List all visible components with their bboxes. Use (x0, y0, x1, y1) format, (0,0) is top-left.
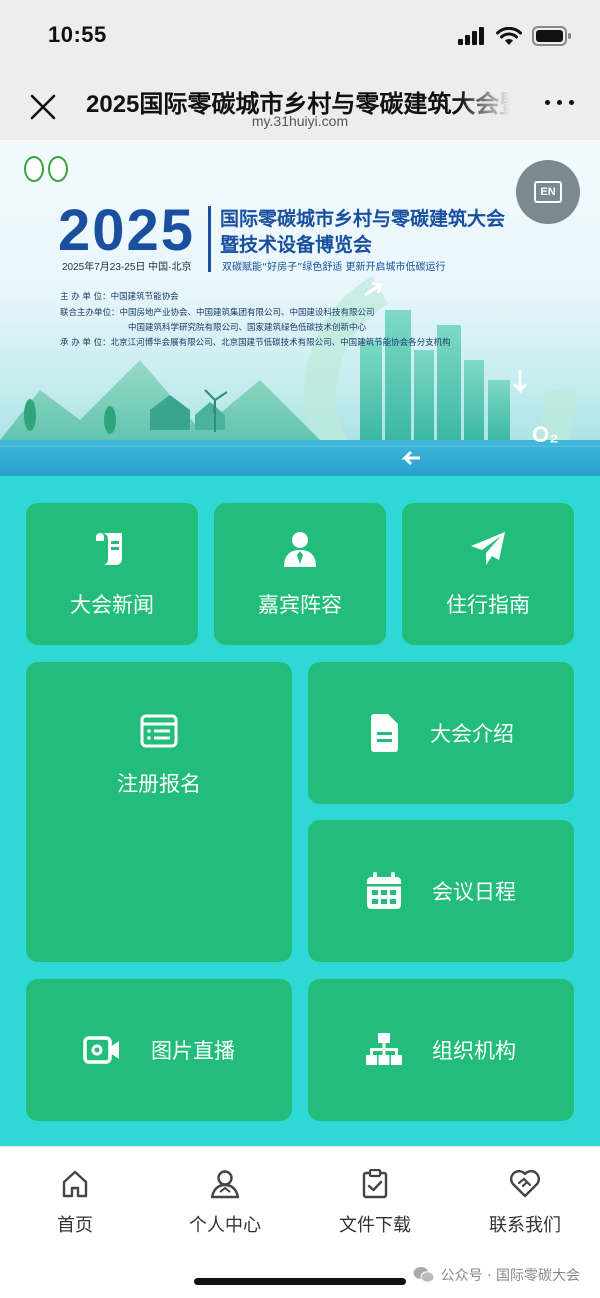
heart-handshake-icon (510, 1170, 540, 1198)
tab-personal-center[interactable]: 个人中心 (150, 1169, 300, 1237)
nav-bar: 2025国际零碳城市乡村与零碳建筑大会暨技术设备博览会 my.31huiyi.c… (0, 78, 600, 140)
banner-date-location: 2025年7月23-25日 中国·北京 (62, 262, 192, 273)
calendar-icon (367, 872, 401, 909)
banner-org-cohost-2: 中国建筑科学研究院有限公司、国家建筑绿色低碳技术创新中心 (128, 323, 367, 333)
tab-label: 个人中心 (189, 1215, 261, 1236)
banner-slogan: 双碳赋能“好房子”绿色舒适 更新开启城市低碳运行 (222, 262, 446, 273)
tile-label: 大会新闻 (70, 593, 154, 617)
tile-label: 组织机构 (432, 1039, 516, 1063)
battery-icon (532, 26, 571, 46)
registration-form-icon (140, 714, 178, 748)
more-menu-button[interactable] (545, 100, 574, 105)
more-dot-icon (557, 100, 562, 105)
language-en-label: EN (534, 181, 562, 203)
tile-label: 嘉宾阵容 (258, 593, 342, 617)
wechat-icon (413, 1267, 435, 1283)
tile-label: 住行指南 (446, 593, 530, 617)
tile-label: 图片直播 (151, 1039, 235, 1063)
more-dot-icon (545, 100, 550, 105)
banner-title-line2: 暨技术设备博览会 (220, 234, 373, 256)
document-icon (371, 714, 398, 752)
menu-grid: 大会新闻 嘉宾阵容 住行指南 注册报名 大会介绍 会议日程 图片直播 组织机构 (0, 476, 600, 1146)
tile-organization[interactable]: 组织机构 (308, 979, 574, 1121)
home-icon (62, 1170, 88, 1198)
tile-conference-intro[interactable]: 大会介绍 (308, 662, 574, 804)
banner-year: 2025 (58, 198, 196, 263)
watermark-text: 公众号 · 国际零碳大会 (440, 1268, 580, 1284)
tab-label: 首页 (57, 1215, 93, 1236)
tab-label: 联系我们 (489, 1215, 561, 1236)
news-scroll-icon (96, 533, 122, 565)
language-toggle-button[interactable]: EN (516, 160, 580, 224)
tile-agenda[interactable]: 会议日程 (308, 820, 574, 962)
banner-org-organizer: 承 办 单 位：北京江河博华会展有限公司、北京国建节低碳技术有限公司、中国建筑节… (60, 338, 451, 348)
banner-title-line1: 国际零碳城市乡村与零碳建筑大会 (220, 208, 506, 230)
page-url: my.31huiyi.com (251, 113, 349, 129)
tile-label: 会议日程 (432, 880, 516, 904)
guest-person-icon (284, 532, 316, 567)
tab-file-download[interactable]: 文件下载 (300, 1169, 450, 1237)
bottom-tab-bar: 首页 个人中心 文件下载 联系我们 公众号 · 国际零碳大会 (0, 1146, 600, 1298)
status-bar: 10:55 (0, 0, 600, 78)
video-camera-icon (83, 1036, 119, 1064)
banner-o2-label: O₂ (532, 422, 559, 447)
tab-home[interactable]: 首页 (0, 1169, 150, 1237)
banner-org-host: 主 办 单 位：中国建筑节能协会 (60, 292, 179, 302)
banner-org-cohost-1: 联合主办单位：中国房地产业协会、中国建筑集团有限公司、中国建设科技有限公司 (60, 308, 375, 318)
wechat-watermark: 公众号 · 国际零碳大会 (413, 1265, 580, 1285)
wifi-icon (496, 26, 522, 45)
title-divider (208, 206, 211, 272)
tile-guest-lineup[interactable]: 嘉宾阵容 (214, 503, 386, 645)
tab-label: 文件下载 (339, 1215, 411, 1236)
tile-conference-news[interactable]: 大会新闻 (26, 503, 198, 645)
tab-contact-us[interactable]: 联系我们 (450, 1169, 600, 1237)
tile-registration[interactable]: 注册报名 (26, 662, 292, 962)
tile-photo-live[interactable]: 图片直播 (26, 979, 292, 1121)
tile-label: 注册报名 (117, 772, 201, 796)
more-dot-icon (569, 100, 574, 105)
status-icons (458, 26, 572, 46)
tile-travel-guide[interactable]: 住行指南 (402, 503, 574, 645)
file-check-icon (362, 1169, 388, 1199)
home-indicator[interactable] (194, 1278, 406, 1285)
user-icon (210, 1170, 240, 1199)
cellular-signal-icon (458, 27, 484, 45)
conference-banner: 2025 2025年7月23-25日 中国·北京 国际零碳城市乡村与零碳建筑大会… (0, 140, 600, 476)
org-chart-icon (366, 1033, 402, 1065)
status-time: 10:55 (48, 22, 107, 47)
organizer-logo-icon (24, 156, 44, 182)
tile-label: 大会介绍 (430, 722, 514, 746)
paper-plane-icon (471, 532, 505, 565)
association-logo-icon (48, 156, 68, 182)
